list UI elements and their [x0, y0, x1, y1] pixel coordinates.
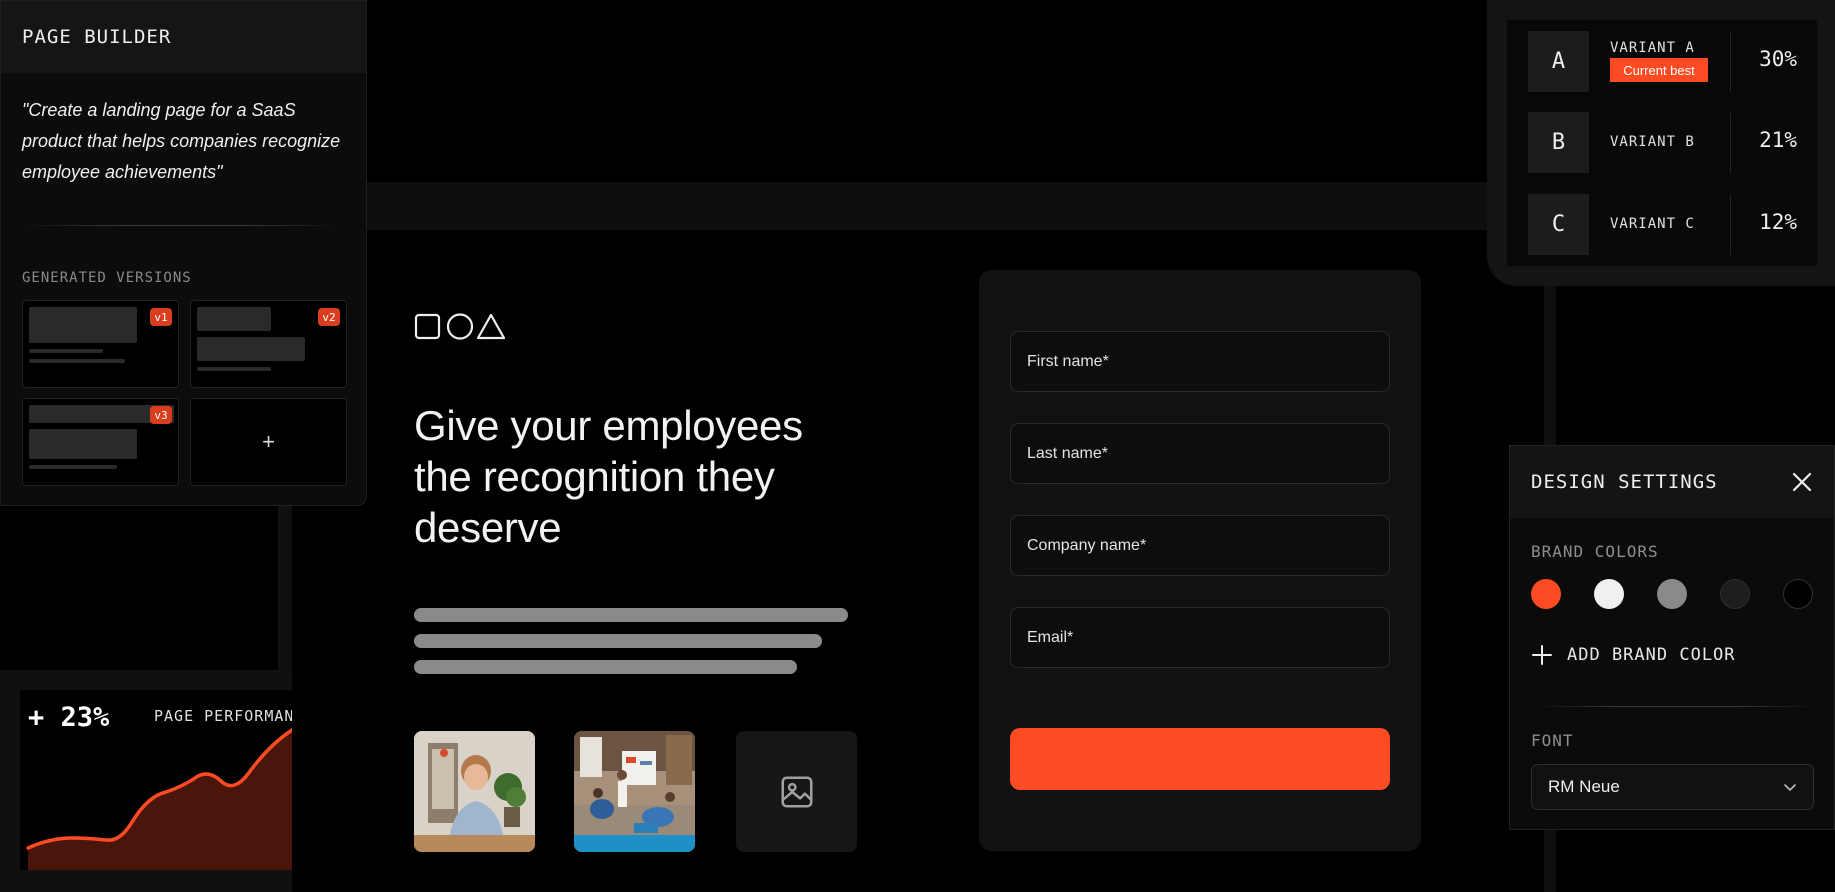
- prompt-text: "Create a landing page for a SaaS produc…: [22, 100, 341, 182]
- skeleton-text-line: [414, 660, 797, 674]
- divider: [22, 225, 342, 226]
- brand-colors-label: BRAND COLORS: [1531, 542, 1659, 561]
- field-label: Company name*: [1027, 536, 1147, 554]
- font-label: FONT: [1531, 731, 1574, 750]
- variant-percent: 12%: [1759, 210, 1797, 234]
- brand-color-swatch-orange[interactable]: [1531, 579, 1561, 609]
- add-brand-color-button[interactable]: ADD BRAND COLOR: [1531, 644, 1736, 666]
- field-label: First name*: [1027, 352, 1109, 370]
- skeleton-text-line: [414, 634, 822, 648]
- add-brand-color-label: ADD BRAND COLOR: [1567, 645, 1736, 665]
- generated-versions-label: GENERATED VERSIONS: [22, 270, 192, 286]
- brand-color-swatch-gray[interactable]: [1657, 579, 1687, 609]
- font-select[interactable]: RM Neue: [1531, 764, 1814, 810]
- canvas-toolbar: [292, 182, 1554, 230]
- version-card-v1[interactable]: v1: [22, 300, 179, 388]
- brand-color-swatch-black[interactable]: [1783, 579, 1813, 609]
- version-badge: v1: [150, 308, 172, 326]
- design-settings-panel: DESIGN SETTINGS BRAND COLORS ADD BRAND C…: [1509, 445, 1835, 830]
- field-label: Email*: [1027, 628, 1074, 646]
- divider: [1531, 706, 1821, 707]
- variant-row-a[interactable]: A VARIANT A Current best 30%: [1507, 20, 1817, 100]
- close-icon[interactable]: [1790, 470, 1814, 494]
- chevron-down-icon: [1784, 784, 1796, 792]
- font-select-value: RM Neue: [1548, 777, 1620, 796]
- shapes-logo-icon: [414, 313, 506, 340]
- design-settings-title: DESIGN SETTINGS: [1531, 471, 1718, 493]
- variant-row-c[interactable]: C VARIANT C 12%: [1507, 183, 1817, 263]
- variant-name: VARIANT C: [1610, 216, 1695, 232]
- page-performance-panel: + 23% PAGE PERFORMANCE: [20, 690, 292, 870]
- variant-row-b[interactable]: B VARIANT B 21%: [1507, 101, 1817, 181]
- email-input[interactable]: Email*: [1010, 607, 1390, 668]
- divider: [1730, 113, 1731, 173]
- image-thumbnail-office[interactable]: [574, 731, 695, 852]
- version-card-v2[interactable]: v2: [190, 300, 347, 388]
- variant-percent: 21%: [1759, 128, 1797, 152]
- page-builder-title: PAGE BUILDER: [1, 1, 366, 73]
- submit-button[interactable]: [1010, 728, 1390, 790]
- variant-letter: C: [1528, 194, 1589, 255]
- field-label: Last name*: [1027, 444, 1108, 462]
- plus-icon: [1532, 645, 1552, 665]
- image-placeholder[interactable]: [736, 731, 857, 852]
- variant-percent: 30%: [1759, 47, 1797, 71]
- image-thumbnail-portrait[interactable]: [414, 731, 535, 852]
- company-name-input[interactable]: Company name*: [1010, 515, 1390, 576]
- image-icon: [780, 775, 813, 808]
- version-card-v3[interactable]: v3: [22, 398, 179, 486]
- last-name-input[interactable]: Last name*: [1010, 423, 1390, 484]
- current-best-badge: Current best: [1610, 58, 1708, 82]
- landing-headline: Give your employees the recognition they…: [414, 402, 803, 551]
- divider: [1730, 32, 1731, 92]
- brand-color-swatch-dark[interactable]: [1720, 579, 1750, 609]
- page-builder-panel: PAGE BUILDER "Create a landing page for …: [0, 0, 367, 506]
- version-badge: v3: [150, 406, 172, 424]
- skeleton-text-line: [414, 608, 848, 622]
- first-name-input[interactable]: First name*: [1010, 331, 1390, 392]
- brand-color-swatch-white[interactable]: [1594, 579, 1624, 609]
- version-badge: v2: [318, 308, 340, 326]
- variant-letter: B: [1528, 112, 1589, 173]
- variant-name: VARIANT B: [1610, 134, 1695, 150]
- variant-name: VARIANT A: [1610, 40, 1695, 56]
- add-version-button[interactable]: +: [190, 398, 347, 486]
- variant-letter: A: [1528, 31, 1589, 92]
- divider: [1730, 195, 1731, 255]
- performance-area-chart: [26, 728, 292, 870]
